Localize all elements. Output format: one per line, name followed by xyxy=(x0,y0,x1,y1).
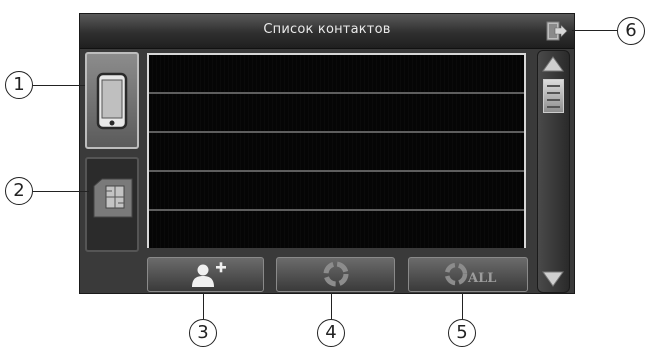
callout-2: 2 xyxy=(5,177,33,205)
exit-button[interactable] xyxy=(544,19,568,43)
scroll-down-button[interactable] xyxy=(542,270,564,288)
delete-button[interactable] xyxy=(276,257,395,292)
sim-card-icon xyxy=(93,178,133,218)
list-item[interactable] xyxy=(149,211,524,248)
scrollbar[interactable] xyxy=(537,50,570,293)
contact-list[interactable] xyxy=(147,53,526,248)
contacts-window: Список контактов ALL xyxy=(79,13,575,294)
arrow-up-icon xyxy=(542,56,564,72)
delete-all-button[interactable]: ALL xyxy=(408,257,528,292)
add-contact-icon xyxy=(192,262,226,287)
recycle-all-icon: ALL xyxy=(444,262,496,286)
phone-icon xyxy=(96,72,128,130)
callout-6: 6 xyxy=(617,17,645,45)
callout-3: 3 xyxy=(189,319,217,347)
callout-line xyxy=(33,191,89,193)
callout-line xyxy=(572,30,617,32)
sim-contacts-button[interactable] xyxy=(85,157,139,252)
list-item[interactable] xyxy=(149,55,524,94)
title-bar: Список контактов xyxy=(80,14,574,49)
callout-line xyxy=(462,293,464,319)
phone-contacts-button[interactable] xyxy=(85,52,139,149)
callout-line xyxy=(331,293,333,319)
scroll-thumb[interactable] xyxy=(543,79,564,113)
delete-all-label: ALL xyxy=(467,271,496,286)
exit-icon xyxy=(546,21,568,41)
callout-line xyxy=(33,85,85,87)
callout-line xyxy=(203,293,205,319)
list-item[interactable] xyxy=(149,94,524,133)
callout-4: 4 xyxy=(317,319,345,347)
callout-5: 5 xyxy=(448,319,476,347)
recycle-icon xyxy=(323,261,349,287)
scroll-up-button[interactable] xyxy=(542,55,564,73)
add-contact-button[interactable] xyxy=(147,257,264,292)
arrow-down-icon xyxy=(542,271,564,287)
page-title: Список контактов xyxy=(263,22,391,37)
list-item[interactable] xyxy=(149,172,524,211)
list-item[interactable] xyxy=(149,133,524,172)
callout-1: 1 xyxy=(5,71,33,99)
